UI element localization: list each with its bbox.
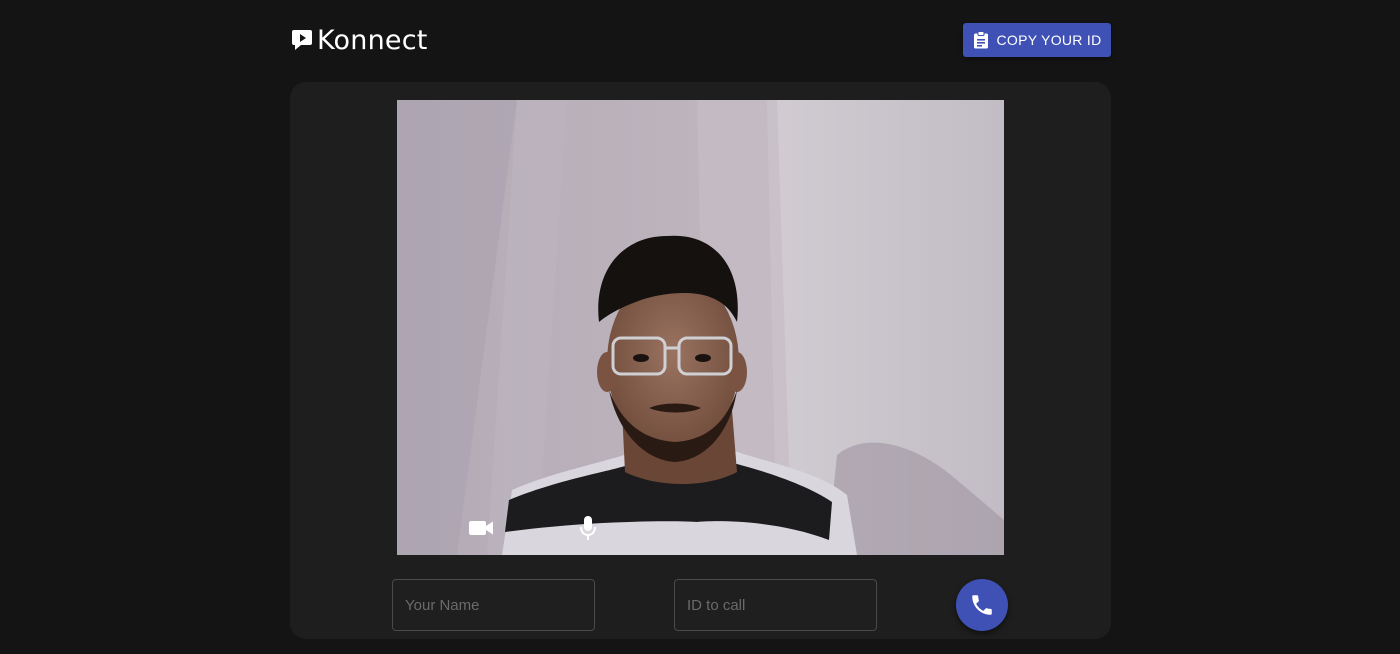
mic-icon xyxy=(580,516,596,540)
local-video-feed xyxy=(397,100,1004,555)
mic-toggle-button[interactable] xyxy=(574,514,602,542)
call-panel xyxy=(290,82,1111,639)
call-button[interactable] xyxy=(956,579,1008,631)
chat-play-icon xyxy=(291,28,313,52)
id-to-call-input[interactable] xyxy=(674,579,877,631)
logo-text: Konnect xyxy=(317,24,428,56)
video-frame xyxy=(397,100,1004,555)
video-toggle-button[interactable] xyxy=(467,514,495,542)
app-header: Konnect COPY YOUR ID xyxy=(290,22,1111,58)
copy-id-label: COPY YOUR ID xyxy=(996,32,1102,48)
clipboard-icon xyxy=(973,31,989,49)
phone-icon xyxy=(972,595,992,615)
copy-id-button[interactable]: COPY YOUR ID xyxy=(963,23,1111,57)
app-logo: Konnect xyxy=(291,24,428,56)
videocam-icon xyxy=(469,521,493,535)
your-name-input[interactable] xyxy=(392,579,595,631)
